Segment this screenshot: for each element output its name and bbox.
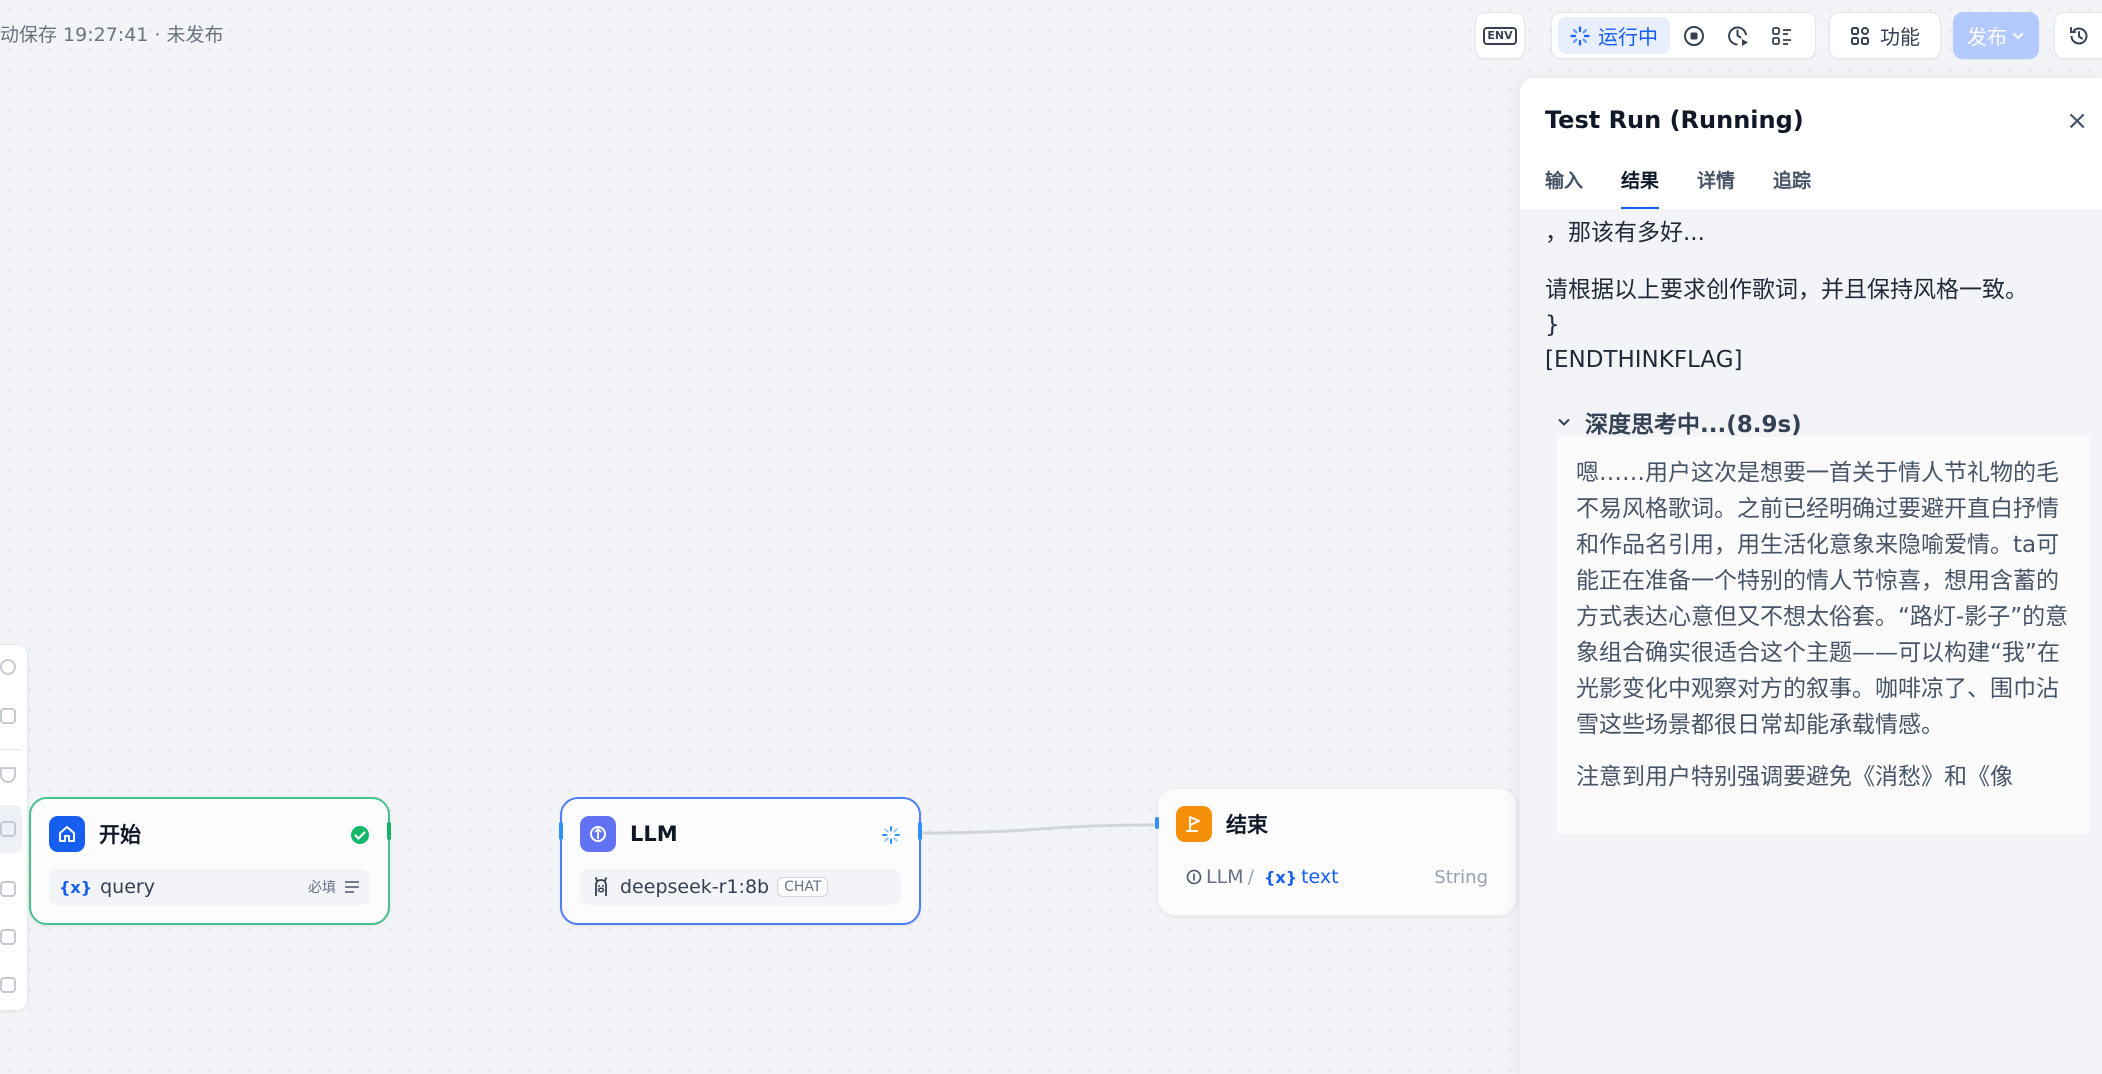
end-node-header: 结束: [1176, 806, 1268, 842]
start-output-handle[interactable]: [387, 822, 391, 840]
model-mode-badge: CHAT: [777, 877, 829, 897]
panel-title: Test Run (Running): [1545, 106, 1804, 134]
start-node-header: 开始: [49, 816, 141, 852]
text-lines-icon: [345, 881, 359, 893]
thinking-content: 嗯……用户这次是想要一首关于情人节礼物的毛不易风格歌词。之前已经明确过要避开直白…: [1557, 437, 2090, 834]
home-icon: [49, 816, 85, 852]
canvas-toolbar: [0, 645, 27, 1010]
variable-type: String: [1434, 866, 1488, 888]
tab-detail[interactable]: 详情: [1697, 166, 1735, 210]
export-image-icon[interactable]: [0, 881, 16, 897]
start-variable-name: query: [100, 876, 155, 898]
autosave-status: 动保存 19:27:41 · 未发布: [0, 24, 224, 46]
end-node-title: 结束: [1226, 813, 1268, 837]
stop-icon: [1684, 25, 1704, 46]
success-check-icon: [351, 826, 369, 844]
thinking-paragraph: 注意到用户特别强调要避免《消愁》和《像: [1576, 764, 2013, 790]
result-line: }: [1545, 312, 1560, 338]
tab-input[interactable]: 输入: [1545, 166, 1583, 210]
end-output-row[interactable]: LLM / {x} text String: [1176, 859, 1498, 895]
stop-button[interactable]: [1674, 17, 1714, 54]
tab-result[interactable]: 结果: [1621, 166, 1660, 210]
llm-node[interactable]: LLM deepseek-r1:8b CHAT: [559, 797, 922, 925]
llm-source-icon: [1186, 869, 1202, 885]
run-history-button[interactable]: [1718, 17, 1758, 54]
publish-label: 发布: [1967, 25, 2007, 49]
minimap-icon[interactable]: [0, 977, 16, 993]
result-content: ，那该有多好... 请根据以上要求创作歌词，并且保持风格一致。 } [ENDTH…: [1520, 209, 2102, 1074]
start-node-title: 开始: [99, 823, 141, 847]
checklist-button[interactable]: [1762, 17, 1802, 54]
pointer-icon[interactable]: [0, 767, 16, 783]
add-node-icon[interactable]: [0, 659, 16, 675]
chevron-down-icon: [2013, 32, 2023, 39]
chevron-down-icon: [1558, 419, 1570, 426]
end-variable-name: text: [1301, 866, 1339, 888]
run-status-button[interactable]: 运行中: [1558, 17, 1670, 54]
run-controls: 运行中: [1551, 12, 1816, 59]
panel-tabs: 输入 结果 详情 追踪: [1545, 166, 1811, 210]
grid-icon: [1851, 26, 1869, 45]
thinking-title: 深度思考中...(8.9s): [1585, 412, 1802, 438]
llm-node-header: LLM: [580, 816, 678, 852]
llm-brain-icon: [580, 816, 616, 852]
llama-icon: [595, 877, 607, 896]
llm-model-row[interactable]: deepseek-r1:8b CHAT: [580, 869, 901, 905]
version-history-button[interactable]: [2054, 12, 2102, 59]
clock-play-icon: [1728, 26, 1748, 46]
features-label: 功能: [1880, 25, 1920, 49]
checklist-icon: [1772, 26, 1791, 45]
result-line: ，那该有多好...: [1545, 220, 1705, 246]
hand-icon[interactable]: [0, 821, 16, 837]
spinner-icon: [1570, 25, 1590, 46]
path-separator: /: [1247, 866, 1254, 888]
toolbar-divider: [0, 749, 22, 750]
run-status-label: 运行中: [1598, 25, 1658, 49]
env-button[interactable]: ENV: [1475, 12, 1525, 59]
result-line: [ENDTHINKFLAG]: [1545, 347, 1743, 373]
publish-button[interactable]: 发布: [1953, 12, 2039, 59]
features-button[interactable]: 功能: [1829, 12, 1941, 59]
llm-output-handle[interactable]: [918, 822, 922, 840]
llm-model-name: deepseek-r1:8b: [620, 876, 770, 898]
result-line: 请根据以上要求创作歌词，并且保持风格一致。: [1545, 277, 2028, 303]
flag-icon: [1176, 806, 1212, 842]
required-label: 必填: [308, 880, 336, 896]
variable-icon: {x}: [59, 877, 93, 897]
end-node[interactable]: 结束 LLM / {x} text String: [1155, 788, 1517, 916]
variable-icon: {x}: [1263, 867, 1298, 887]
organize-icon[interactable]: [0, 929, 16, 945]
test-run-panel: Test Run (Running) × 输入 结果 详情 追踪 ，那该有多好.…: [1520, 78, 2102, 1074]
history-icon: [2069, 26, 2087, 44]
start-node[interactable]: 开始 {x} query 必填: [29, 797, 391, 925]
end-source-node: LLM: [1206, 866, 1244, 888]
tab-trace[interactable]: 追踪: [1773, 166, 1811, 210]
loading-spinner-icon: [882, 826, 900, 844]
thinking-toggle[interactable]: 深度思考中...(8.9s): [1557, 405, 1802, 439]
close-icon[interactable]: ×: [2066, 106, 2088, 136]
end-input-handle[interactable]: [1155, 817, 1159, 829]
start-variable-row[interactable]: {x} query 必填: [49, 869, 370, 905]
thinking-paragraph: 嗯……用户这次是想要一首关于情人节礼物的毛不易风格歌词。之前已经明确过要避开直白…: [1576, 460, 2069, 738]
edge-llm-end: [922, 823, 1157, 835]
note-icon[interactable]: [0, 708, 16, 724]
llm-node-title: LLM: [630, 822, 678, 846]
env-icon: ENV: [1483, 26, 1517, 45]
llm-input-handle[interactable]: [559, 822, 563, 840]
